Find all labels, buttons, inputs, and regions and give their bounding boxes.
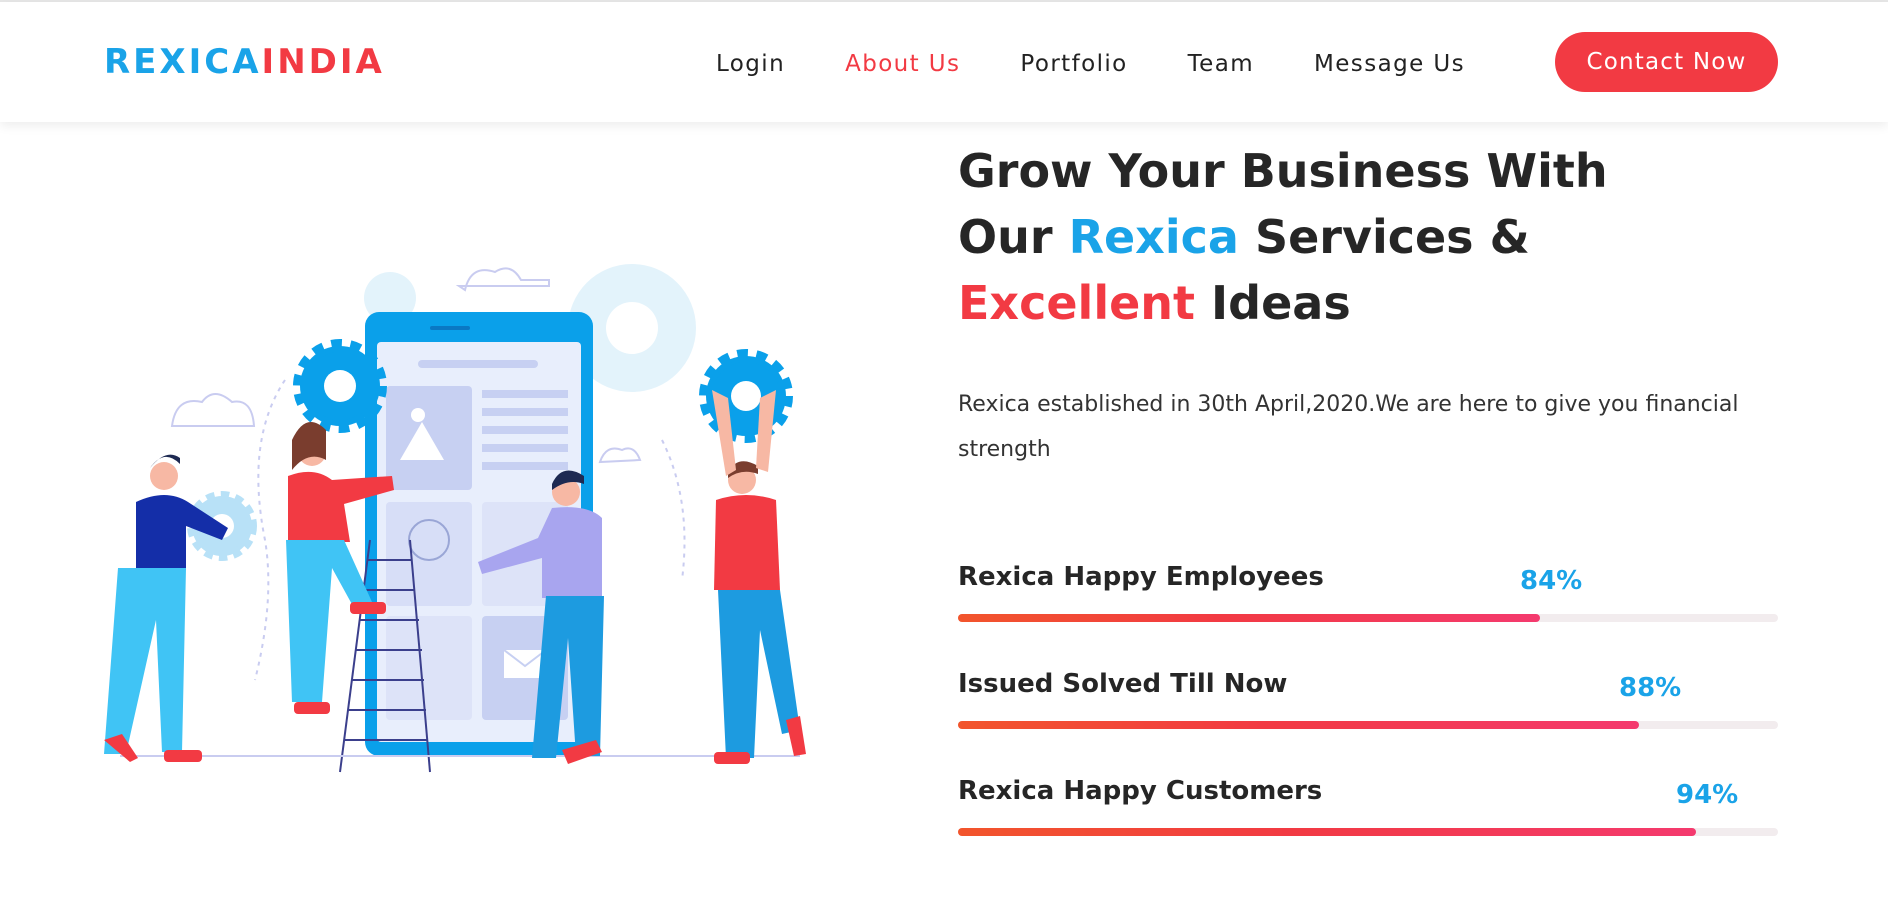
progress-track (958, 721, 1778, 729)
gear-icon (293, 339, 387, 433)
person-icon (712, 390, 806, 764)
hero-description: Rexica established in 30th April,2020.We… (958, 392, 1739, 462)
headline-line2-prefix: Our (958, 210, 1069, 264)
nav-login[interactable]: Login (716, 48, 785, 80)
brand-logo[interactable]: REXICAINDIA (104, 42, 385, 82)
nav-about-us[interactable]: About Us (845, 48, 960, 80)
headline-highlight-excellent: Excellent (958, 276, 1196, 330)
cloud-icon (170, 393, 256, 427)
stat-issues-solved: Issued Solved Till Now 88% (958, 667, 1778, 731)
progress-track (958, 614, 1778, 622)
stat-happy-customers: Rexica Happy Customers 94% (958, 774, 1778, 838)
brand-logo-part2: INDIA (261, 42, 385, 82)
brand-logo-part1: REXICA (104, 42, 262, 82)
nav-message-us[interactable]: Message Us (1314, 48, 1465, 80)
stat-label: Rexica Happy Customers (958, 776, 1323, 806)
cloud-icon (598, 447, 642, 464)
progress-fill (958, 614, 1541, 622)
headline-line2-suffix: Services & (1238, 210, 1530, 264)
headline-line1: Grow Your Business With (958, 144, 1608, 198)
site-header: REXICAINDIA Login About Us Portfolio Tea… (0, 2, 1888, 122)
stat-percent: 84% (1520, 566, 1583, 596)
progress-fill (958, 828, 1696, 836)
nav-team[interactable]: Team (1188, 48, 1254, 80)
stat-label: Issued Solved Till Now (958, 669, 1288, 699)
stat-happy-employees: Rexica Happy Employees 84% (958, 560, 1778, 624)
cloud-icon (455, 267, 550, 292)
hero-headline: Grow Your Business With Our Rexica Servi… (958, 138, 1778, 336)
stat-label: Rexica Happy Employees (958, 562, 1324, 592)
progress-track (958, 828, 1778, 836)
contact-now-button[interactable]: Contact Now (1555, 32, 1778, 92)
main-nav: Login About Us Portfolio Team Message Us (716, 48, 1465, 80)
stat-percent: 88% (1619, 673, 1682, 703)
headline-highlight-rexica: Rexica (1068, 210, 1239, 264)
headline-line3-suffix: Ideas (1195, 276, 1351, 330)
nav-portfolio[interactable]: Portfolio (1020, 48, 1127, 80)
hero-illustration (104, 264, 806, 773)
stat-percent: 94% (1676, 780, 1739, 810)
progress-fill (958, 721, 1639, 729)
